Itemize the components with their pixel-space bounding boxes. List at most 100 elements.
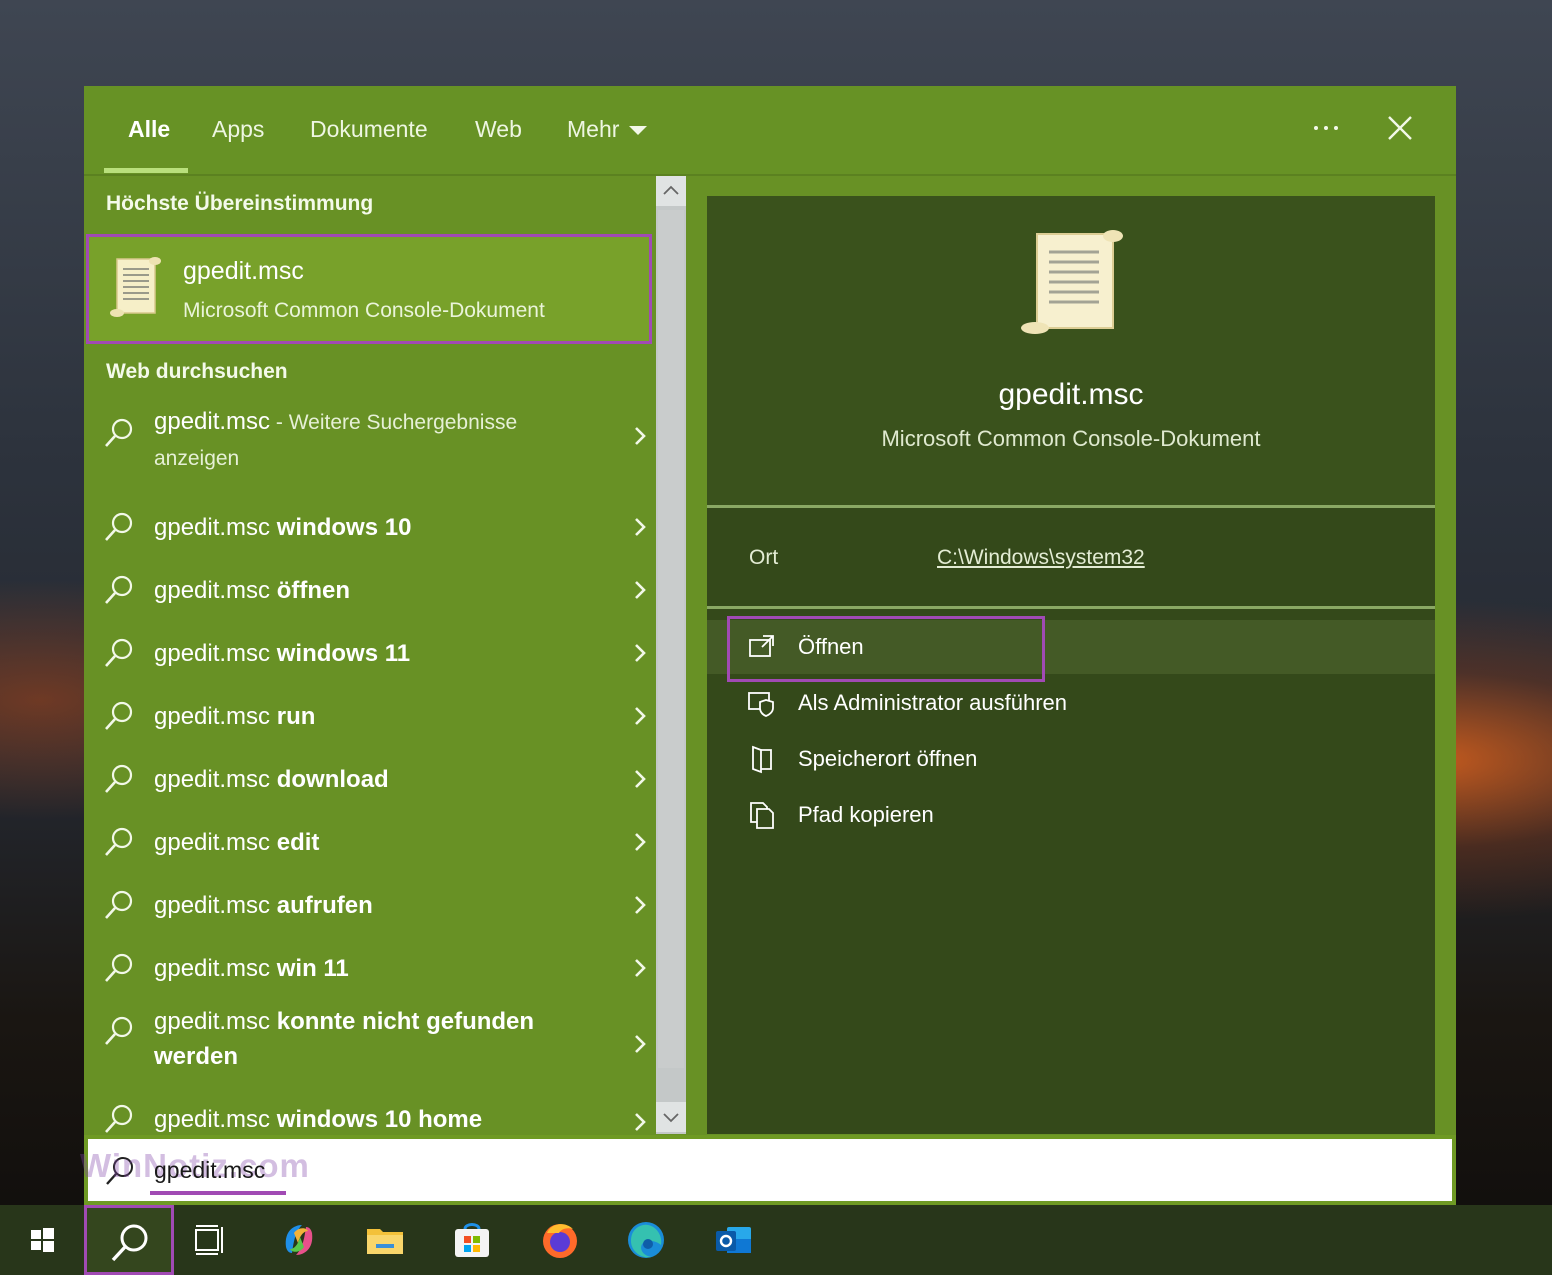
action-open-location-label: Speicherort öffnen	[798, 746, 978, 771]
web-result-row[interactable]: gpedit.msc win 11	[84, 939, 656, 999]
open-external-icon	[749, 635, 774, 657]
edge-icon	[628, 1222, 664, 1258]
scroll-document-icon	[110, 257, 161, 317]
best-match-heading: Höchste Übereinstimmung	[106, 192, 374, 215]
edge-button[interactable]	[623, 1217, 669, 1263]
web-result-row[interactable]: gpedit.msc windows 10	[84, 498, 656, 558]
best-match-title: gpedit.msc	[183, 257, 304, 285]
web-result-suffix: windows 10	[270, 514, 412, 541]
action-copy-path-label: Pfad kopieren	[798, 802, 934, 827]
web-result-suffix: download	[270, 766, 389, 793]
tab-mehr[interactable]: Mehr	[567, 116, 648, 143]
store-icon	[455, 1223, 489, 1257]
search-icon	[105, 512, 133, 541]
web-result-row[interactable]: gpedit.msc öffnen	[84, 561, 656, 621]
results-list: Höchste Übereinstimmung gpedit.msc Micro…	[84, 176, 656, 1134]
scroll-thumb[interactable]	[658, 210, 684, 1068]
details-title: gpedit.msc	[998, 378, 1144, 411]
taskbar	[0, 1205, 1552, 1275]
web-result-query: gpedit.msc	[154, 1008, 271, 1035]
start-button[interactable]	[19, 1217, 65, 1263]
search-icon	[105, 1104, 133, 1133]
scroll-document-icon	[1021, 230, 1123, 334]
search-panel: Alle Apps Dokumente Web Mehr Höchste Übe…	[84, 86, 1456, 1206]
action-copy-path[interactable]: Pfad kopieren	[707, 788, 1435, 842]
web-result-suffix: edit	[270, 829, 320, 856]
outlook-icon	[716, 1227, 751, 1253]
tab-web[interactable]: Web	[475, 116, 522, 143]
divider	[707, 505, 1435, 508]
chevron-right-icon	[635, 1113, 646, 1131]
action-open-location[interactable]: Speicherort öffnen	[707, 732, 1435, 786]
chevron-right-icon	[635, 770, 646, 788]
active-tab-indicator	[104, 168, 188, 173]
web-result-query: gpedit.msc	[154, 577, 271, 604]
folder-location-icon	[752, 745, 772, 774]
query-highlight-underline	[150, 1191, 286, 1195]
results-scrollbar[interactable]	[656, 176, 686, 1134]
outlook-button[interactable]	[711, 1217, 757, 1263]
firefox-icon	[543, 1224, 577, 1258]
web-result-query: gpedit.msc	[154, 1106, 271, 1133]
chevron-right-icon	[635, 1035, 646, 1053]
action-open[interactable]: Öffnen	[707, 616, 1435, 682]
scroll-up-button[interactable]	[656, 176, 686, 206]
scroll-down-button[interactable]	[656, 1102, 686, 1132]
store-button[interactable]	[449, 1217, 495, 1263]
web-result-row[interactable]: gpedit.msc run	[84, 687, 656, 747]
search-box: WinNotiz.com gpedit.msc	[80, 1135, 1456, 1205]
web-result-row[interactable]: gpedit.msc windows 10 home	[84, 1102, 656, 1134]
web-result-row[interactable]: gpedit.msc aufrufen	[84, 876, 656, 936]
chevron-right-icon	[635, 707, 646, 725]
tab-alle[interactable]: Alle	[128, 116, 170, 143]
web-result-query: gpedit.msc	[154, 892, 271, 919]
tab-mehr-label: Mehr	[567, 116, 620, 142]
web-result-row[interactable]: gpedit.msc download	[84, 750, 656, 810]
admin-shield-icon	[748, 692, 774, 717]
search-icon	[105, 575, 133, 604]
action-run-as-admin[interactable]: Als Administrator ausführen	[707, 676, 1435, 730]
windows-logo-icon	[31, 1228, 54, 1252]
chevron-right-icon	[635, 518, 646, 536]
search-input[interactable]: WinNotiz.com gpedit.msc	[80, 1139, 1452, 1201]
action-open-label: Öffnen	[798, 634, 864, 659]
file-explorer-button[interactable]	[362, 1217, 408, 1263]
web-result-row[interactable]: gpedit.msc - Weitere Suchergebnisse anze…	[84, 400, 656, 480]
chevron-down-icon	[663, 1113, 679, 1123]
search-icon	[105, 890, 133, 919]
web-result-suffix: win 11	[270, 955, 349, 982]
tab-dokumente[interactable]: Dokumente	[310, 116, 428, 143]
firefox-button[interactable]	[537, 1217, 583, 1263]
search-button[interactable]	[84, 1205, 174, 1275]
task-view-button[interactable]	[186, 1217, 232, 1263]
search-icon	[105, 638, 133, 667]
web-result-query: gpedit.msc	[154, 703, 271, 730]
more-options-button[interactable]	[1308, 108, 1344, 148]
details-pane: gpedit.msc Microsoft Common Console-Doku…	[707, 196, 1435, 1134]
web-result-suffix: öffnen	[270, 577, 351, 604]
chevron-down-icon	[629, 126, 648, 136]
location-link[interactable]: C:\Windows\system32	[937, 546, 1145, 570]
tab-apps[interactable]: Apps	[212, 116, 264, 143]
chevron-right-icon	[635, 833, 646, 851]
best-match-item[interactable]: gpedit.msc Microsoft Common Console-Doku…	[86, 234, 652, 344]
details-header: gpedit.msc Microsoft Common Console-Doku…	[707, 196, 1435, 506]
web-result-query: gpedit.msc	[154, 514, 271, 541]
web-result-suffix: windows 10 home	[270, 1106, 483, 1133]
chevron-right-icon	[635, 644, 646, 662]
web-result-query: gpedit.msc	[154, 955, 271, 982]
web-result-query: gpedit.msc	[154, 829, 271, 856]
close-button[interactable]	[1382, 110, 1418, 146]
web-result-query: gpedit.msc	[154, 766, 271, 793]
copilot-icon	[285, 1225, 313, 1255]
copilot-button[interactable]	[276, 1217, 322, 1263]
chevron-right-icon	[635, 427, 646, 445]
search-icon	[105, 827, 133, 856]
web-result-row[interactable]: gpedit.msc konnte nicht gefunden werden	[84, 1002, 656, 1080]
ellipsis-icon	[1314, 126, 1338, 130]
web-result-row[interactable]: gpedit.msc windows 11	[84, 624, 656, 684]
web-result-suffix: windows 11	[270, 640, 411, 667]
best-match-subtitle: Microsoft Common Console-Dokument	[183, 299, 545, 322]
web-result-query: gpedit.msc	[154, 408, 271, 435]
web-result-row[interactable]: gpedit.msc edit	[84, 813, 656, 873]
